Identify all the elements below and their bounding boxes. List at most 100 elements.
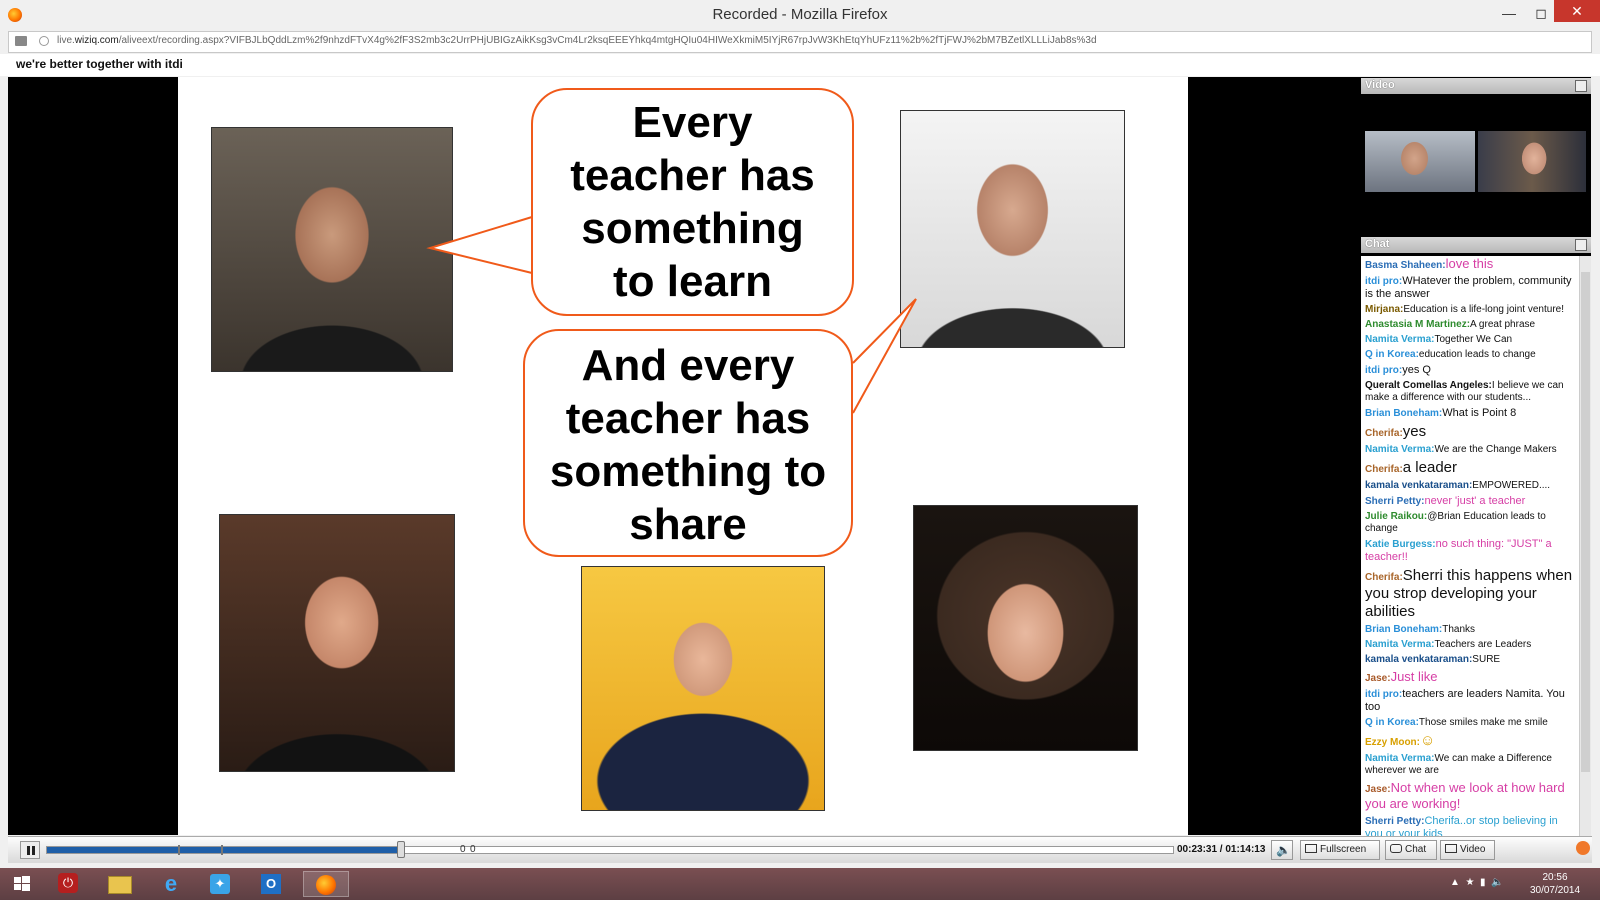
chat-author: Brian Boneham: — [1365, 624, 1443, 635]
video-icon — [1445, 844, 1457, 853]
bubble-line: teacher has — [565, 394, 811, 443]
chat-text: Together We Can — [1434, 334, 1513, 345]
chat-text: SURE — [1472, 654, 1501, 665]
volume-icon[interactable]: 🔈 — [1271, 840, 1293, 860]
globe-icon — [39, 36, 49, 46]
chat-text: education leads to change — [1418, 349, 1536, 360]
clock-date: 30/07/2014 — [1529, 885, 1581, 896]
chat-author: Jase: — [1365, 784, 1391, 795]
chat-panel-title: Chat — [1365, 238, 1390, 250]
time-current: 00:23:31 — [1177, 844, 1218, 855]
chat-message: Sherri Petty:never 'just' a teacher — [1361, 495, 1579, 508]
chat-author: Katie Burgess: — [1365, 539, 1436, 550]
chat-message: itdi pro:WHatever the problem, community… — [1361, 275, 1579, 301]
chat-text: Those smiles make me smile — [1418, 717, 1548, 728]
chat-message: Namita Verma:Teachers are Leaders — [1361, 639, 1579, 651]
chat-message: Brian Boneham:Thanks — [1361, 624, 1579, 636]
popout-icon[interactable] — [1575, 80, 1587, 92]
speech-bubble-learn: Every teacher has something to learn — [531, 88, 854, 316]
chat-text: yes Q — [1402, 364, 1431, 376]
url-domain: wiziq.com — [74, 35, 119, 46]
twitter-icon[interactable]: ✦ — [201, 871, 239, 897]
chat-text: Thanks — [1442, 624, 1476, 635]
chat-label: Chat — [1405, 844, 1427, 855]
chat-author: Namita Verma: — [1365, 334, 1435, 345]
chat-author: Basma Shaheen: — [1365, 260, 1446, 271]
chat-author: Mirjana: — [1365, 304, 1404, 315]
chat-message: Q in Korea:education leads to change — [1361, 349, 1579, 361]
chat-message: Ezzy Moon:☺ — [1361, 732, 1579, 750]
seek-handle[interactable] — [397, 841, 405, 858]
chat-author: itdi pro: — [1365, 689, 1403, 700]
chat-text: A great phrase — [1470, 319, 1536, 330]
bubble-line: share — [629, 500, 747, 549]
bubble-line: And every — [581, 341, 795, 390]
chat-message: Cherifa:yes — [1361, 423, 1579, 441]
power-icon[interactable]: ⏻ — [48, 871, 86, 897]
address-bar[interactable]: live.wiziq.com/aliveext/recording.aspx?V… — [8, 31, 1592, 53]
chat-text: We are the Change Makers — [1434, 444, 1557, 455]
page-icon — [15, 36, 27, 46]
chat-message: Basma Shaheen:love this — [1361, 256, 1579, 272]
pause-button[interactable] — [20, 841, 40, 859]
chat-message: Katie Burgess:no such thing: "JUST" a te… — [1361, 538, 1579, 564]
chat-author: Namita Verma: — [1365, 753, 1435, 764]
url-path: /aliveext/recording.aspx?VIFBJLbQddLzm%2… — [118, 35, 1097, 46]
chat-message: Namita Verma:Together We Can — [1361, 334, 1579, 346]
chat-text: What is Point 8 — [1442, 407, 1517, 419]
window-title: Recorded - Mozilla Firefox — [712, 6, 888, 23]
timecode: 00:23:31 / 01:14:13 — [1177, 844, 1266, 855]
windows-start-icon[interactable] — [2, 871, 40, 897]
chat-message: Julie Raikou:@Brian Education leads to c… — [1361, 511, 1579, 535]
tray-icons[interactable]: ▲ ★ ▮ 🔈 — [1450, 877, 1504, 888]
bubble-line: to learn — [613, 257, 772, 306]
chat-message: Namita Verma:We are the Change Makers — [1361, 444, 1579, 456]
file-explorer-icon[interactable] — [99, 871, 137, 897]
close-icon[interactable]: ✕ — [1554, 0, 1600, 22]
page-header: we're better together with itdi — [0, 54, 1600, 76]
chat-bubble-icon — [1390, 844, 1402, 853]
chat-author: itdi pro: — [1365, 365, 1403, 376]
chat-author: kamala venkataraman: — [1365, 480, 1473, 491]
chat-author: Cherifa: — [1365, 464, 1403, 475]
fullscreen-button[interactable]: Fullscreen — [1300, 840, 1380, 860]
chat-author: itdi pro: — [1365, 276, 1403, 287]
chat-author: Anastasia M Martinez: — [1365, 319, 1471, 330]
scroll-thumb[interactable] — [1581, 272, 1590, 772]
chat-text: yes — [1402, 423, 1427, 440]
chat-message: Jase:Just like — [1361, 669, 1579, 685]
video-label: Video — [1460, 844, 1486, 855]
system-clock[interactable]: 20:56 30/07/2014 — [1520, 871, 1590, 897]
chat-message: Brian Boneham:What is Point 8 — [1361, 407, 1579, 420]
chat-text: Not when we look at how hard you are wor… — [1365, 780, 1565, 811]
internet-explorer-icon[interactable]: e — [150, 871, 188, 897]
chat-author: Q in Korea: — [1365, 717, 1419, 728]
firefox-icon[interactable] — [303, 871, 349, 897]
chat-message: kamala venkataraman:EMPOWERED.... — [1361, 480, 1579, 492]
marker-label-1: 0 — [460, 844, 466, 855]
chat-text: ☺ — [1420, 732, 1436, 749]
video-button[interactable]: Video — [1440, 840, 1495, 860]
time-total: 01:14:13 — [1225, 844, 1266, 855]
chat-text: EMPOWERED.... — [1472, 480, 1551, 491]
chat-author: kamala venkataraman: — [1365, 654, 1473, 665]
taskbar: ⏻ e ✦ O ▲ ★ ▮ 🔈 20:56 30/07/2014 — [0, 868, 1600, 900]
chat-panel-header: Chat — [1361, 237, 1591, 253]
bubble-line: Every — [632, 98, 753, 147]
video-feed-2 — [1478, 131, 1586, 192]
url-text[interactable]: live.wiziq.com/aliveext/recording.aspx?V… — [57, 35, 1577, 46]
chat-scrollbar[interactable] — [1579, 256, 1591, 836]
chat-message: Queralt Comellas Angeles:I believe we ca… — [1361, 380, 1579, 404]
chat-author: Jase: — [1365, 673, 1391, 684]
bubble-line: something — [581, 204, 804, 253]
outlook-icon[interactable]: O — [252, 871, 290, 897]
popout-icon[interactable] — [1575, 239, 1587, 251]
chat-text: Education is a life-long joint venture! — [1403, 304, 1564, 315]
chat-button[interactable]: Chat — [1385, 840, 1437, 860]
slide: Every teacher has something to learn And… — [178, 77, 1188, 835]
chat-author: Q in Korea: — [1365, 349, 1419, 360]
window-titlebar: Recorded - Mozilla Firefox — ◻ ✕ — [0, 0, 1600, 30]
chat-author: Namita Verma: — [1365, 444, 1435, 455]
chat-log[interactable]: Basma Shaheen:love this itdi pro:WHatever… — [1361, 256, 1579, 836]
marker-label-2: 0 — [470, 844, 476, 855]
